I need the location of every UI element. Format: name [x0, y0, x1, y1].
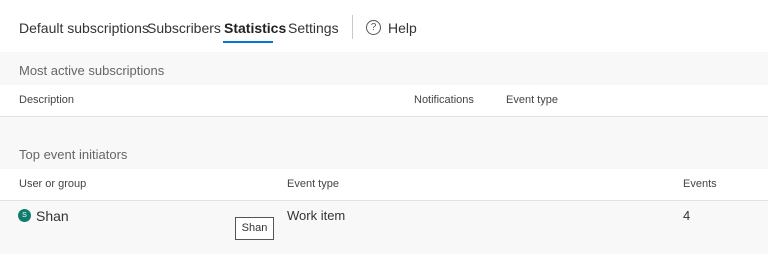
column-header-event-type[interactable]: Event type [287, 178, 339, 190]
most-active-table-header: Description Notifications Event type [0, 85, 768, 117]
column-header-event-type[interactable]: Event type [506, 94, 558, 106]
event-type-value: Work item [287, 208, 346, 223]
help-icon[interactable]: ? [366, 20, 381, 35]
tab-bar: Default subscriptions Subscribers Statis… [0, 0, 768, 52]
avatar: S [18, 209, 31, 222]
column-header-user-or-group[interactable]: User or group [19, 178, 86, 190]
top-initiators-table-header: User or group Event type Events [0, 169, 768, 201]
user-name[interactable]: Shan [36, 208, 69, 224]
column-header-notifications[interactable]: Notifications [414, 94, 474, 106]
top-event-initiators-title: Top event initiators [19, 147, 128, 162]
user-name-tooltip: Shan [235, 217, 274, 240]
tab-statistics[interactable]: Statistics [224, 19, 286, 37]
tab-settings[interactable]: Settings [288, 19, 339, 37]
tab-subscribers[interactable]: Subscribers [147, 19, 221, 37]
events-count: 4 [683, 208, 691, 223]
help-link[interactable]: Help [388, 19, 417, 37]
column-header-description[interactable]: Description [19, 94, 74, 106]
column-header-events[interactable]: Events [683, 178, 717, 190]
tab-divider [352, 15, 353, 39]
active-tab-indicator [223, 41, 273, 43]
most-active-subscriptions-title: Most active subscriptions [19, 63, 165, 78]
table-row[interactable] [0, 202, 768, 254]
tab-default-subscriptions[interactable]: Default subscriptions [19, 19, 149, 37]
